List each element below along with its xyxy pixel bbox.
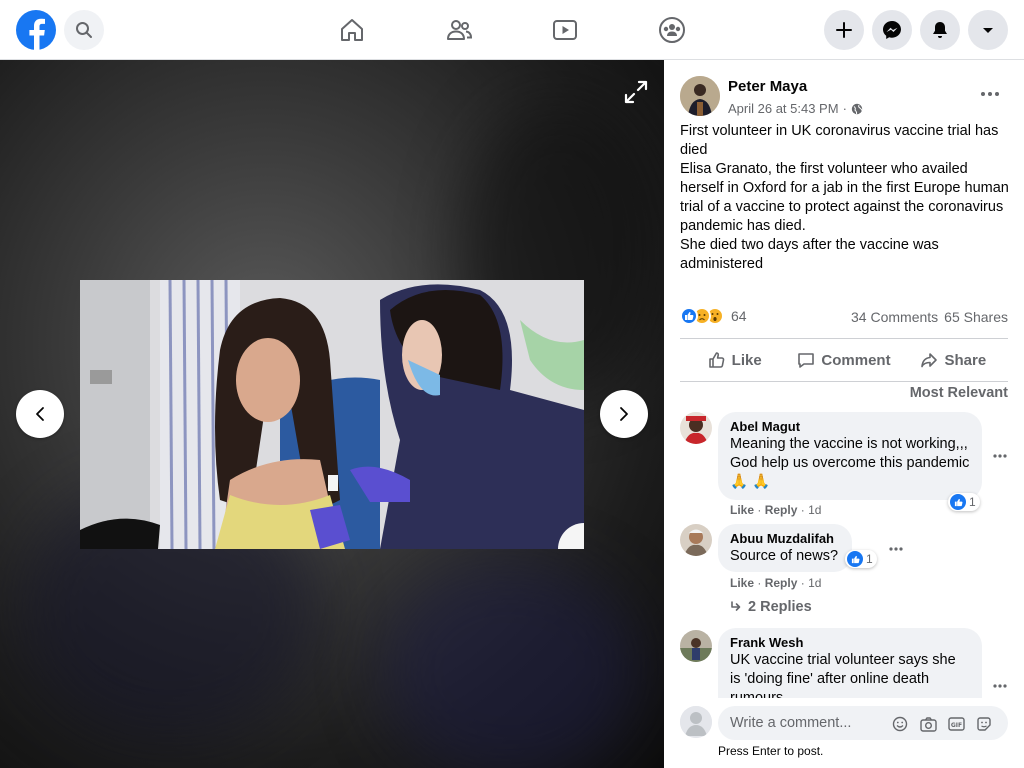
comment-reaction-badge[interactable]: 1 — [948, 493, 980, 511]
comment-time[interactable]: 1d — [808, 576, 821, 590]
author-avatar[interactable] — [680, 76, 720, 116]
notifications-icon[interactable] — [920, 10, 960, 50]
gif-icon[interactable]: GIF — [946, 715, 966, 733]
reaction-summary[interactable]: 64 — [680, 307, 747, 325]
comments-count[interactable]: 34 Comments — [851, 309, 938, 325]
svg-text:GIF: GIF — [950, 722, 961, 729]
camera-icon[interactable] — [918, 715, 938, 733]
reply-arrow-icon — [731, 601, 741, 611]
engagement-counts: 34 Comments 65 Shares — [851, 309, 1008, 325]
post-panel: Peter Maya April 26 at 5:43 PM · First v… — [664, 60, 1024, 768]
groups-icon[interactable] — [656, 14, 688, 46]
post-text-line: She died two days after the vaccine was … — [680, 237, 939, 272]
comment-sort-dropdown[interactable]: Most Relevant — [910, 385, 1008, 401]
post-action-bar: Like Comment Share — [680, 338, 1008, 382]
composer-tools: GIF — [890, 715, 994, 733]
press-enter-hint: Press Enter to post. — [718, 744, 824, 758]
view-replies-link[interactable]: 2 Replies — [730, 599, 812, 615]
comment-options-icon[interactable] — [990, 680, 1010, 692]
thumbs-up-icon — [708, 352, 724, 368]
post-text-line: First volunteer in UK coronavirus vaccin… — [680, 123, 999, 158]
share-label: Share — [944, 351, 987, 369]
post-text-line: Elisa Granato, the first volunteer who a… — [680, 161, 1009, 234]
comment-like-link[interactable]: Like — [730, 576, 754, 590]
like-reaction-icon — [847, 551, 863, 567]
previous-arrow-icon[interactable] — [16, 390, 64, 438]
post-timestamp[interactable]: April 26 at 5:43 PM — [728, 101, 839, 116]
facebook-logo-icon[interactable] — [16, 10, 56, 50]
reaction-count: 64 — [731, 308, 747, 324]
comment-actions: Like · Reply · 1d — [730, 503, 821, 517]
emoji-icon[interactable] — [890, 715, 910, 733]
current-user-avatar[interactable] — [680, 706, 712, 738]
comment-composer: GIF Press Enter to post. — [664, 698, 1024, 768]
top-navigation-bar — [0, 0, 1024, 60]
commenter-name[interactable]: Abel Magut — [730, 419, 970, 435]
share-button[interactable]: Share — [899, 339, 1008, 381]
search-icon[interactable] — [64, 10, 104, 50]
friends-icon[interactable] — [443, 14, 475, 46]
photo-viewer — [0, 60, 664, 768]
commenter-avatar[interactable] — [680, 630, 712, 662]
globe-icon — [851, 103, 863, 114]
comment-bubble: Abuu Muzdalifah Source of news? — [718, 524, 852, 572]
comment-text: Source of news? — [730, 548, 839, 564]
next-arrow-icon[interactable] — [600, 390, 648, 438]
comment-reaction-badge[interactable]: 1 — [845, 550, 877, 568]
watch-icon[interactable] — [549, 14, 581, 46]
post-text: First volunteer in UK coronavirus vaccin… — [680, 122, 1010, 274]
comment-options-icon[interactable] — [990, 450, 1010, 462]
comment-reaction-count: 1 — [866, 552, 873, 566]
post-photo — [80, 280, 584, 549]
comment-bubble: Frank Wesh UK vaccine trial volunteer sa… — [718, 628, 982, 698]
comment-options-icon[interactable] — [886, 543, 906, 555]
comment-reaction-count: 1 — [969, 495, 976, 509]
comment-time[interactable]: 1d — [808, 503, 821, 517]
link-separator: · — [757, 576, 762, 590]
shares-count[interactable]: 65 Shares — [944, 309, 1008, 325]
home-icon[interactable] — [336, 14, 368, 46]
comment-bubble: Abel Magut Meaning the vaccine is not wo… — [718, 412, 982, 500]
comment-like-link[interactable]: Like — [730, 503, 754, 517]
commenter-name[interactable]: Frank Wesh — [730, 635, 970, 651]
comment-text: UK vaccine trial volunteer says she is '… — [730, 652, 956, 698]
comment-reply-link[interactable]: Reply — [765, 576, 798, 590]
expand-icon[interactable] — [620, 76, 652, 108]
like-reaction-icon — [950, 494, 966, 510]
post-options-icon[interactable] — [974, 82, 1006, 106]
comment-label: Comment — [821, 351, 891, 369]
share-icon — [921, 353, 938, 368]
messenger-icon[interactable] — [872, 10, 912, 50]
comment-button[interactable]: Comment — [789, 339, 898, 381]
commenter-avatar[interactable] — [680, 524, 712, 556]
plus-icon[interactable] — [824, 10, 864, 50]
post-meta: April 26 at 5:43 PM · — [728, 101, 863, 116]
like-reaction-icon — [680, 307, 698, 325]
comment-text: Meaning the vaccine is not working,,, Go… — [730, 436, 970, 490]
commenter-avatar[interactable] — [680, 412, 712, 444]
link-separator: · — [757, 503, 762, 517]
author-name[interactable]: Peter Maya — [728, 78, 807, 95]
sticker-icon[interactable] — [974, 715, 994, 733]
comment-actions: Like · Reply · 1d — [730, 576, 821, 590]
like-label: Like — [731, 351, 762, 369]
meta-separator: · — [842, 101, 847, 116]
like-button[interactable]: Like — [680, 339, 789, 381]
commenter-name[interactable]: Abuu Muzdalifah — [730, 531, 840, 547]
replies-count: 2 Replies — [748, 599, 812, 615]
background-blur — [380, 560, 640, 768]
link-separator: · — [800, 503, 805, 517]
comment-reply-link[interactable]: Reply — [765, 503, 798, 517]
comment-icon — [798, 353, 815, 368]
link-separator: · — [800, 576, 805, 590]
account-menu-icon[interactable] — [968, 10, 1008, 50]
